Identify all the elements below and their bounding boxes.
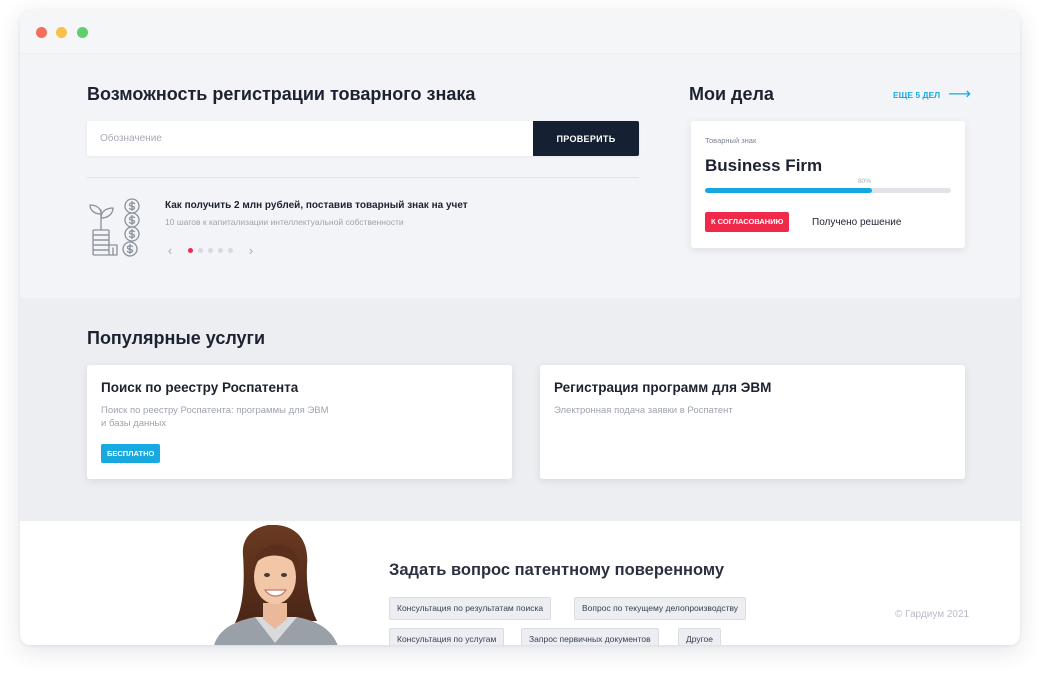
progress-bar <box>705 188 951 193</box>
trademark-check-title: Возможность регистрации товарного знака <box>87 84 476 104</box>
check-button[interactable]: ПРОВЕРИТЬ <box>533 121 639 156</box>
question-chip[interactable]: Запрос первичных документов <box>521 628 659 645</box>
carousel-dot[interactable] <box>208 247 213 253</box>
window-close-button[interactable] <box>36 27 47 38</box>
arrow-right-icon: ⟶ <box>948 86 972 103</box>
copyright: © Гардиум 2021 <box>895 609 970 620</box>
window-maximize-button[interactable] <box>77 27 88 38</box>
free-badge: БЕСПЛАТНО <box>101 444 161 463</box>
more-cases-link[interactable]: ЕЩЕ 5 ДЕЛ ⟶ <box>893 86 972 103</box>
case-name: Business Firm <box>705 156 823 175</box>
my-cases-title: Мои дела <box>689 84 774 104</box>
status-badge[interactable]: К СОГЛАСОВАНИЮ <box>705 212 790 232</box>
service-card-registry-search[interactable]: Поиск по реестру Роспатента Поиск по рее… <box>87 365 512 479</box>
service-title: Регистрация программ для ЭВМ <box>554 380 772 395</box>
case-card[interactable]: Товарный знак Business Firm 80% К СОГЛАС… <box>691 121 965 248</box>
question-chip[interactable]: Консультация по услугам <box>389 628 505 645</box>
ask-attorney-section: Задать вопрос патентному поверенному Кон… <box>20 521 1020 645</box>
service-title: Поиск по реестру Роспатента <box>101 380 299 395</box>
carousel-dot[interactable] <box>188 247 193 253</box>
question-chip[interactable]: Другое <box>678 628 722 645</box>
window-titlebar <box>20 10 1020 54</box>
promo-carousel: ‹ › <box>163 243 258 258</box>
carousel-dot[interactable] <box>218 247 223 253</box>
attorney-photo <box>214 525 338 645</box>
chevron-left-icon[interactable]: ‹ <box>163 243 177 258</box>
case-status: Получено решение <box>812 217 902 228</box>
carousel-dots <box>188 247 233 253</box>
case-type: Товарный знак <box>705 136 757 145</box>
progress-fill <box>705 188 873 193</box>
more-cases-label: ЕЩЕ 5 ДЕЛ <box>893 90 941 100</box>
service-description: Электронная подача заявки в Роспатент <box>554 405 733 416</box>
browser-window: Возможность регистрации товарного знака … <box>20 10 1020 645</box>
service-description: Поиск по реестру Роспатента: программы д… <box>101 405 329 429</box>
question-chip[interactable]: Консультация по результатам поиска <box>389 597 552 620</box>
services-title: Популярные услуги <box>87 328 266 348</box>
promo-title[interactable]: Как получить 2 млн рублей, поставив това… <box>165 200 468 211</box>
designation-input[interactable] <box>87 121 533 156</box>
question-chip[interactable]: Вопрос по текущему делопроизводству <box>574 597 747 620</box>
carousel-dot[interactable] <box>198 247 203 253</box>
service-card-software-registration[interactable]: Регистрация программ для ЭВМ Электронная… <box>540 365 965 479</box>
popular-services-section: Популярные услуги Поиск по реестру Роспа… <box>20 298 1020 521</box>
chevron-right-icon[interactable]: › <box>244 243 258 258</box>
trademark-search-form: ПРОВЕРИТЬ <box>87 121 639 156</box>
progress-percent: 80% <box>858 178 872 185</box>
carousel-dot[interactable] <box>228 247 233 253</box>
coins-plant-icon <box>89 198 140 257</box>
promo-subtitle: 10 шагов к капитализации интеллектуально… <box>165 217 404 227</box>
ask-title: Задать вопрос патентному поверенному <box>389 561 725 579</box>
divider <box>87 177 639 178</box>
top-section: Возможность регистрации товарного знака … <box>20 54 1020 298</box>
window-minimize-button[interactable] <box>56 27 67 38</box>
